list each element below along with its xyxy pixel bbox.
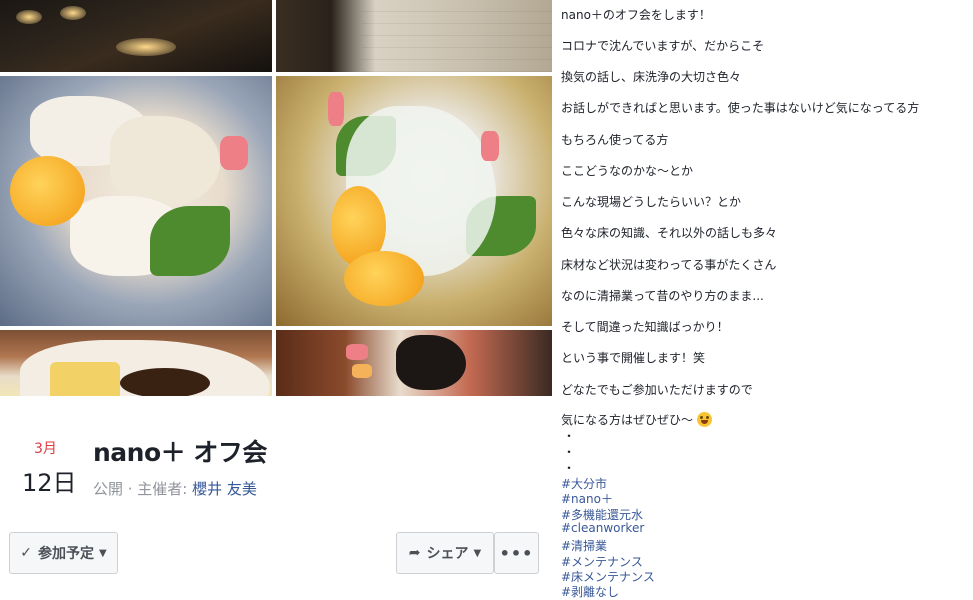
hashtag-link[interactable]: #cleanworker xyxy=(561,521,644,535)
post-line: nano＋のオフ会をします！ xyxy=(561,8,711,22)
post-dot: ・ xyxy=(563,445,576,459)
photo-fugu-sashimi[interactable] xyxy=(276,76,552,326)
post-line: という事で開催します！笑 xyxy=(561,351,706,365)
check-icon: ✓ xyxy=(20,545,33,561)
going-label: 参加予定 xyxy=(38,546,95,562)
post-line: もちろん使ってる方 xyxy=(561,133,669,147)
post-line: 色々な床の知識、それ以外の話しも多々 xyxy=(561,226,778,240)
share-label: シェア xyxy=(426,546,469,562)
event-date-day: 12日 xyxy=(22,469,77,497)
event-photo-collage[interactable] xyxy=(0,0,552,396)
post-line: 床材など状況は変わってる事がたくさん xyxy=(561,258,777,272)
grinning-face-emoji-icon xyxy=(696,412,712,427)
event-meta: 公開 · 主催者: 櫻井 友美 xyxy=(93,478,257,499)
post-dot: ・ xyxy=(563,429,576,443)
event-privacy-label: 公開 · 主催者: xyxy=(93,480,193,498)
chevron-down-icon: ▼ xyxy=(99,547,107,559)
post-line: こんな現場どうしたらいい？とか xyxy=(561,195,742,209)
going-button[interactable]: ✓ 参加予定 ▼ xyxy=(9,532,118,574)
post-closing-text: 気になる方はぜひぜひ〜 xyxy=(561,413,694,427)
chevron-down-icon: ▼ xyxy=(473,547,482,559)
post-dot: ・ xyxy=(563,461,576,475)
event-title[interactable]: nano＋ オフ会 xyxy=(93,433,267,469)
post-line: コロナで沈んでいますが、だからこそ xyxy=(561,39,765,53)
photo-restaurant-exterior[interactable] xyxy=(0,0,272,72)
share-button[interactable]: ➦ シェア ▼ xyxy=(396,532,494,574)
post-line: どなたでもご参加いただけますので xyxy=(561,383,753,397)
share-arrow-icon: ➦ xyxy=(408,545,421,561)
event-card: 3月 12日 nano＋ オフ会 公開 · 主催者: 櫻井 友美 ✓ 参加予定 … xyxy=(0,0,552,600)
hashtag-link[interactable]: #清掃業 xyxy=(561,537,607,554)
post-line: なのに清掃業って昔のやり方のまま... xyxy=(561,289,764,303)
hashtag-link[interactable]: #nano＋ xyxy=(561,490,613,507)
event-host-link[interactable]: 櫻井 友美 xyxy=(192,480,257,498)
post-line: そして間違った知識ばっかり！ xyxy=(561,320,729,334)
photo-sashimi-plate[interactable] xyxy=(0,76,272,326)
more-options-button[interactable]: ••• xyxy=(494,532,539,574)
post-line: 換気の話し、床洗浄の大切さ色々 xyxy=(561,70,742,84)
photo-tamagoyaki[interactable] xyxy=(0,330,272,396)
post-line: お話しができればと思います。使った事はないけど気になってる方 xyxy=(561,101,920,115)
photo-restaurant-entrance[interactable] xyxy=(276,0,552,72)
post-line: ここどうなのかな〜とか xyxy=(561,164,694,178)
photo-nigiri-sushi[interactable] xyxy=(276,330,552,396)
hashtag-link[interactable]: #剥離なし xyxy=(561,583,619,600)
post-text-panel: nano＋のオフ会をします！ コロナで沈んでいますが、だからこそ 換気の話し、床… xyxy=(552,0,973,600)
post-closing-line: 気になる方はぜひぜひ〜 xyxy=(561,411,712,428)
more-dots-icon: ••• xyxy=(499,543,534,563)
event-date-month: 3月 xyxy=(34,441,57,457)
